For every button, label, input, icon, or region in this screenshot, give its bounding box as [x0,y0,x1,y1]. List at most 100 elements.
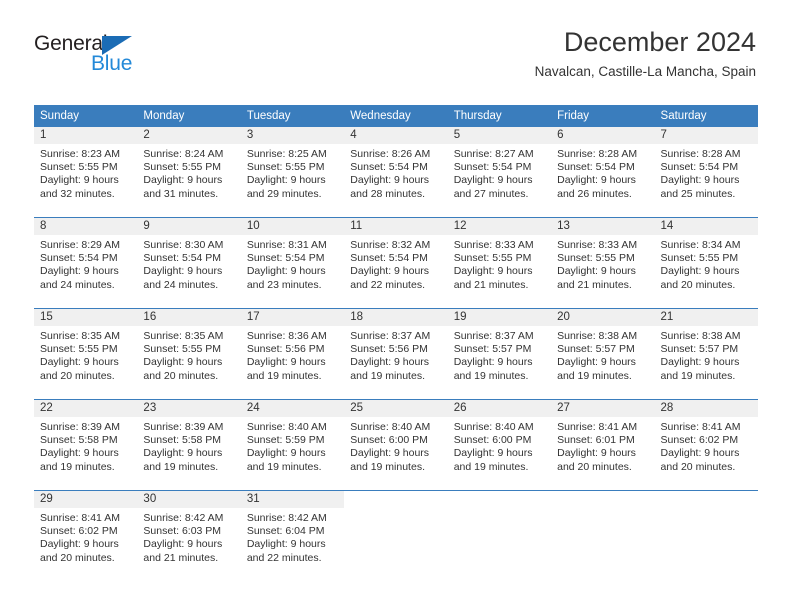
calendar-day-cell[interactable]: 26 Sunrise: 8:40 AM Sunset: 6:00 PM Dayl… [447,399,552,491]
day-number: 31 [240,491,345,508]
daylight-text-line1: Daylight: 9 hours [660,265,740,278]
calendar-week-row: 1 Sunrise: 8:23 AM Sunset: 5:55 PM Dayli… [34,127,758,218]
sunset-text: Sunset: 5:59 PM [246,434,325,447]
sunset-text: Sunset: 6:00 PM [350,434,428,447]
calendar-day-cell[interactable]: 21 Sunrise: 8:38 AM Sunset: 5:57 PM Dayl… [654,308,758,400]
calendar-day-cell[interactable]: 9 Sunrise: 8:30 AM Sunset: 5:54 PM Dayli… [137,217,241,309]
calendar-day-cell[interactable]: 20 Sunrise: 8:38 AM Sunset: 5:57 PM Dayl… [551,308,655,400]
daylight-text-line2: and 22 minutes. [350,278,425,291]
daylight-text-line2: and 19 minutes. [246,369,322,382]
sunset-text: Sunset: 5:54 PM [453,161,532,174]
day-number: 4 [344,127,448,144]
calendar-day-cell[interactable]: 2 Sunrise: 8:24 AM Sunset: 5:55 PM Dayli… [137,127,241,218]
calendar-day-cell[interactable]: 13 Sunrise: 8:33 AM Sunset: 5:55 PM Dayl… [551,217,655,309]
calendar-day-cell[interactable]: 12 Sunrise: 8:33 AM Sunset: 5:55 PM Dayl… [447,217,552,309]
calendar-day-cell[interactable]: 17 Sunrise: 8:36 AM Sunset: 5:56 PM Dayl… [240,308,345,400]
calendar-day-cell[interactable]: 4 Sunrise: 8:26 AM Sunset: 5:54 PM Dayli… [344,127,448,218]
sunset-text: Sunset: 6:00 PM [453,434,532,447]
sunrise-text: Sunrise: 8:41 AM [40,512,120,524]
daylight-text-line2: and 23 minutes. [246,278,322,291]
generalblue-logo[interactable]: General Blue [34,32,234,80]
sunrise-text: Sunrise: 8:29 AM [40,239,120,251]
calendar-day-cell[interactable]: 28 Sunrise: 8:41 AM Sunset: 6:02 PM Dayl… [654,399,758,491]
daylight-text-line1: Daylight: 9 hours [557,174,636,187]
daylight-text-line2: and 20 minutes. [660,460,736,473]
day-details: Sunrise: 8:35 AM Sunset: 5:55 PM Dayligh… [34,326,137,383]
day-number: 18 [344,309,448,326]
calendar-day-cell[interactable]: 10 Sunrise: 8:31 AM Sunset: 5:54 PM Dayl… [240,217,345,309]
daylight-text-line1: Daylight: 9 hours [143,356,223,369]
calendar-day-cell[interactable]: 16 Sunrise: 8:35 AM Sunset: 5:55 PM Dayl… [137,308,241,400]
calendar-day-cell[interactable]: 31 Sunrise: 8:42 AM Sunset: 6:04 PM Dayl… [240,490,345,581]
daylight-text-line2: and 20 minutes. [143,369,219,382]
calendar-day-cell[interactable]: 24 Sunrise: 8:40 AM Sunset: 5:59 PM Dayl… [240,399,345,491]
sunrise-text: Sunrise: 8:36 AM [246,330,327,342]
calendar-day-cell[interactable]: 27 Sunrise: 8:41 AM Sunset: 6:01 PM Dayl… [551,399,655,491]
daylight-text-line2: and 28 minutes. [350,187,425,200]
calendar-day-cell[interactable]: 7 Sunrise: 8:28 AM Sunset: 5:54 PM Dayli… [654,127,758,218]
sunset-text: Sunset: 6:02 PM [40,525,118,538]
day-number: 24 [240,400,345,417]
calendar-day-cell[interactable]: 30 Sunrise: 8:42 AM Sunset: 6:03 PM Dayl… [137,490,241,581]
sunrise-text: Sunrise: 8:24 AM [143,148,224,160]
sunrise-text: Sunrise: 8:38 AM [660,330,741,342]
sunset-text: Sunset: 5:54 PM [350,161,428,174]
day-number: 21 [654,309,758,326]
day-number: 11 [344,218,448,235]
sunrise-text: Sunrise: 8:25 AM [246,148,327,160]
calendar-day-cell[interactable]: 11 Sunrise: 8:32 AM Sunset: 5:54 PM Dayl… [344,217,448,309]
calendar-day-cell[interactable]: 19 Sunrise: 8:37 AM Sunset: 5:57 PM Dayl… [447,308,552,400]
calendar-day-cell[interactable]: 29 Sunrise: 8:41 AM Sunset: 6:02 PM Dayl… [34,490,138,581]
day-number [344,491,447,508]
sunrise-text: Sunrise: 8:35 AM [143,330,224,342]
calendar-day-cell[interactable]: 14 Sunrise: 8:34 AM Sunset: 5:55 PM Dayl… [654,217,758,309]
calendar-day-cell[interactable]: 18 Sunrise: 8:37 AM Sunset: 5:56 PM Dayl… [344,308,448,400]
daylight-text-line2: and 31 minutes. [143,187,219,200]
daylight-text-line2: and 20 minutes. [660,278,736,291]
calendar-day-cell[interactable]: 8 Sunrise: 8:29 AM Sunset: 5:54 PM Dayli… [34,217,138,309]
calendar-day-cell[interactable]: 23 Sunrise: 8:39 AM Sunset: 5:58 PM Dayl… [137,399,241,491]
day-details: Sunrise: 8:41 AM Sunset: 6:02 PM Dayligh… [655,417,758,474]
day-details: Sunrise: 8:26 AM Sunset: 5:54 PM Dayligh… [344,144,447,201]
sunrise-text: Sunrise: 8:32 AM [350,239,431,251]
sunrise-text: Sunrise: 8:26 AM [350,148,431,160]
daylight-text-line2: and 27 minutes. [453,187,529,200]
title-block: December 2024 Navalcan, Castille-La Manc… [535,26,756,82]
sunrise-text: Sunrise: 8:41 AM [557,421,638,433]
sunset-text: Sunset: 5:56 PM [350,343,428,356]
daylight-text-line1: Daylight: 9 hours [143,265,223,278]
calendar-day-cell[interactable]: 6 Sunrise: 8:28 AM Sunset: 5:54 PM Dayli… [551,127,655,218]
sunrise-text: Sunrise: 8:39 AM [143,421,224,433]
day-number: 26 [447,400,552,417]
sunset-text: Sunset: 5:54 PM [246,252,325,265]
logo-text-blue: Blue [91,52,133,75]
calendar-day-cell[interactable]: 1 Sunrise: 8:23 AM Sunset: 5:55 PM Dayli… [34,127,138,218]
day-details: Sunrise: 8:28 AM Sunset: 5:54 PM Dayligh… [551,144,654,201]
daylight-text-line2: and 20 minutes. [40,551,115,564]
daylight-text-line2: and 19 minutes. [453,369,529,382]
sunset-text: Sunset: 5:55 PM [453,252,532,265]
calendar-day-cell[interactable]: 15 Sunrise: 8:35 AM Sunset: 5:55 PM Dayl… [34,308,138,400]
day-number: 2 [137,127,241,144]
day-number: 13 [551,218,655,235]
day-number: 9 [137,218,241,235]
day-details: Sunrise: 8:34 AM Sunset: 5:55 PM Dayligh… [655,235,758,292]
daylight-text-line2: and 20 minutes. [40,369,115,382]
daylight-text-line2: and 25 minutes. [660,187,736,200]
sunrise-text: Sunrise: 8:35 AM [40,330,120,342]
day-number: 27 [551,400,655,417]
day-details: Sunrise: 8:25 AM Sunset: 5:55 PM Dayligh… [241,144,344,201]
calendar-day-cell[interactable]: 5 Sunrise: 8:27 AM Sunset: 5:54 PM Dayli… [447,127,552,218]
sunset-text: Sunset: 5:54 PM [557,161,635,174]
calendar-week-row: 15 Sunrise: 8:35 AM Sunset: 5:55 PM Dayl… [34,308,758,400]
sunrise-text: Sunrise: 8:37 AM [453,330,534,342]
sunrise-text: Sunrise: 8:40 AM [453,421,534,433]
daylight-text-line2: and 22 minutes. [246,551,322,564]
daylight-text-line2: and 26 minutes. [557,187,632,200]
weekday-header-thursday: Thursday [447,105,552,127]
calendar-day-cell[interactable]: 3 Sunrise: 8:25 AM Sunset: 5:55 PM Dayli… [240,127,345,218]
calendar-day-cell[interactable]: 25 Sunrise: 8:40 AM Sunset: 6:00 PM Dayl… [344,399,448,491]
weekday-header-saturday: Saturday [654,105,758,127]
daylight-text-line2: and 21 minutes. [143,551,219,564]
calendar-day-cell[interactable]: 22 Sunrise: 8:39 AM Sunset: 5:58 PM Dayl… [34,399,138,491]
